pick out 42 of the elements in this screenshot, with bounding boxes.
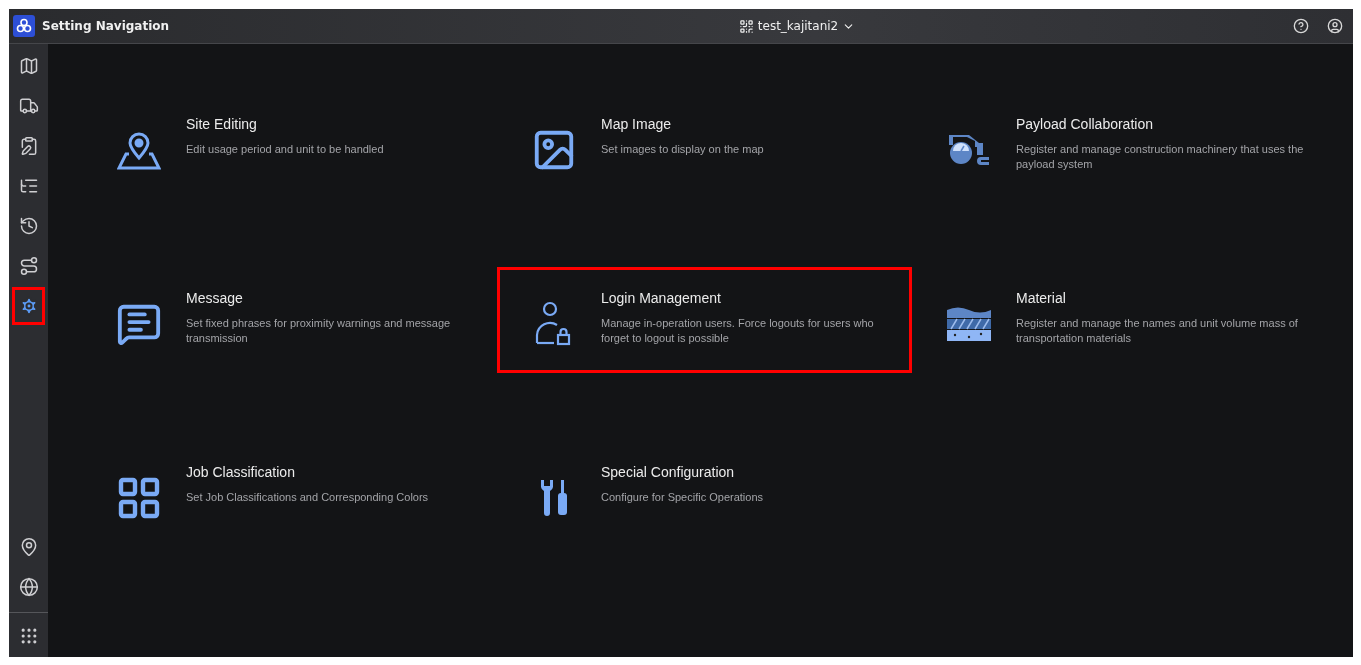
card-title: Job Classification [186, 464, 296, 480]
card-description: Configure for Specific Operations [601, 490, 764, 505]
qr-code-icon [738, 18, 754, 34]
sidebar-item[interactable] [12, 287, 45, 325]
card-title: Payload Collaboration [1016, 116, 1154, 132]
card-title: Message [186, 290, 244, 306]
setting-card[interactable]: Material Register and manage the names and unit volume mass of transportation materials [912, 267, 1327, 373]
card-title: Login Management [601, 290, 722, 306]
card-description: Register and manage the names and unit volume mass of transportation materials [1016, 316, 1299, 346]
user-icon [1327, 18, 1343, 34]
project-selector[interactable]: test_kajitani2 [738, 18, 856, 34]
help-button[interactable] [1293, 18, 1309, 34]
card-description: Set Job Classifications and Corresponding Colors [186, 490, 429, 505]
help-icon [1293, 18, 1309, 34]
card-description: Edit usage period and unit to be handled [186, 142, 384, 157]
setting-card[interactable]: Special Configuration Configure for Specific Operations [497, 441, 912, 547]
route-icon [18, 256, 39, 276]
setting-card[interactable]: Payload Collaboration Register and manage construction machinery that uses the payload system [912, 93, 1327, 199]
page-title: Setting Navigation [42, 19, 170, 33]
card-description: Register and manage construction machinery that uses the payload system [1016, 142, 1304, 172]
setting-card[interactable]: Job Classification Set Job Classifications and Corresponding Colors [82, 441, 497, 547]
setting-card[interactable]: Map Image Set images to display on the map [497, 93, 912, 199]
wrench-screwdriver-icon [539, 478, 569, 518]
account-button[interactable] [1327, 18, 1343, 34]
card-description: Set images to display on the map [601, 142, 764, 157]
soil-layers-icon [947, 307, 991, 341]
map-icon [18, 56, 39, 76]
card-title: Site Editing [186, 116, 258, 132]
truck-icon [18, 96, 39, 116]
list-tree-icon [18, 176, 39, 196]
history-icon [18, 216, 39, 236]
card-title: Material [1016, 290, 1067, 306]
card-description: Set fixed phrases for proximity warnings and message transmission [186, 316, 452, 346]
setting-card[interactable]: Site Editing Edit usage period and unit to be handled [82, 93, 497, 199]
card-title: Special Configuration [601, 464, 736, 480]
card-description: Manage in-operation users. Force logouts for users who forget to logout is possible [601, 316, 875, 346]
setting-card[interactable]: Login Management Manage in-operation users. Force logouts for users who forget to logout is possible [497, 267, 912, 373]
setting-card[interactable]: Message Set fixed phrases for proximity warnings and message transmission [82, 267, 497, 373]
card-title: Map Image [601, 116, 673, 132]
map-pin-icon [117, 130, 161, 170]
globe-icon [18, 577, 39, 597]
app-logo [13, 15, 35, 37]
